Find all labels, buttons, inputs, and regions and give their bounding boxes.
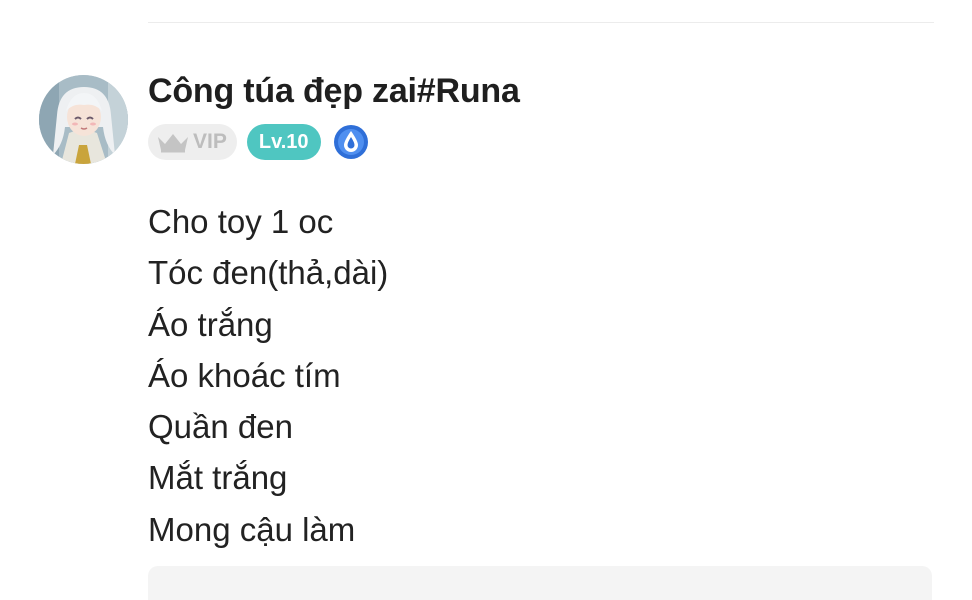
content-line: Áo khoác tím	[148, 356, 341, 394]
post-page: Công túa đẹp zai#Runa VIP Lv.10 Cho toy …	[0, 0, 972, 600]
post-content: Cho toy 1 oc Tóc đen(thả,dài) Áo trắng Á…	[148, 196, 388, 555]
content-line: Cho toy 1 oc	[148, 203, 334, 240]
level-label: Lv.10	[258, 130, 309, 153]
vip-label: VIP	[193, 130, 227, 153]
content-line: Mắt trắng	[148, 459, 288, 497]
level-badge[interactable]: Lv.10	[246, 124, 321, 160]
avatar[interactable]	[39, 75, 128, 164]
content-line: Áo trắng	[148, 305, 273, 343]
vip-badge[interactable]: VIP	[148, 124, 237, 160]
author-name[interactable]: Công túa đẹp zai#Runa	[148, 72, 520, 111]
water-drop-icon[interactable]	[333, 124, 369, 160]
content-line: Quần đen	[148, 408, 293, 446]
content-line: Tóc đen(thả,dài)	[148, 254, 389, 292]
crown-icon	[158, 134, 188, 153]
user-badges: VIP Lv.10	[148, 124, 369, 160]
top-divider	[148, 22, 934, 23]
content-line: Mong cậu làm	[148, 510, 356, 548]
comment-preview-box[interactable]	[148, 566, 932, 600]
avatar-image	[39, 75, 128, 164]
